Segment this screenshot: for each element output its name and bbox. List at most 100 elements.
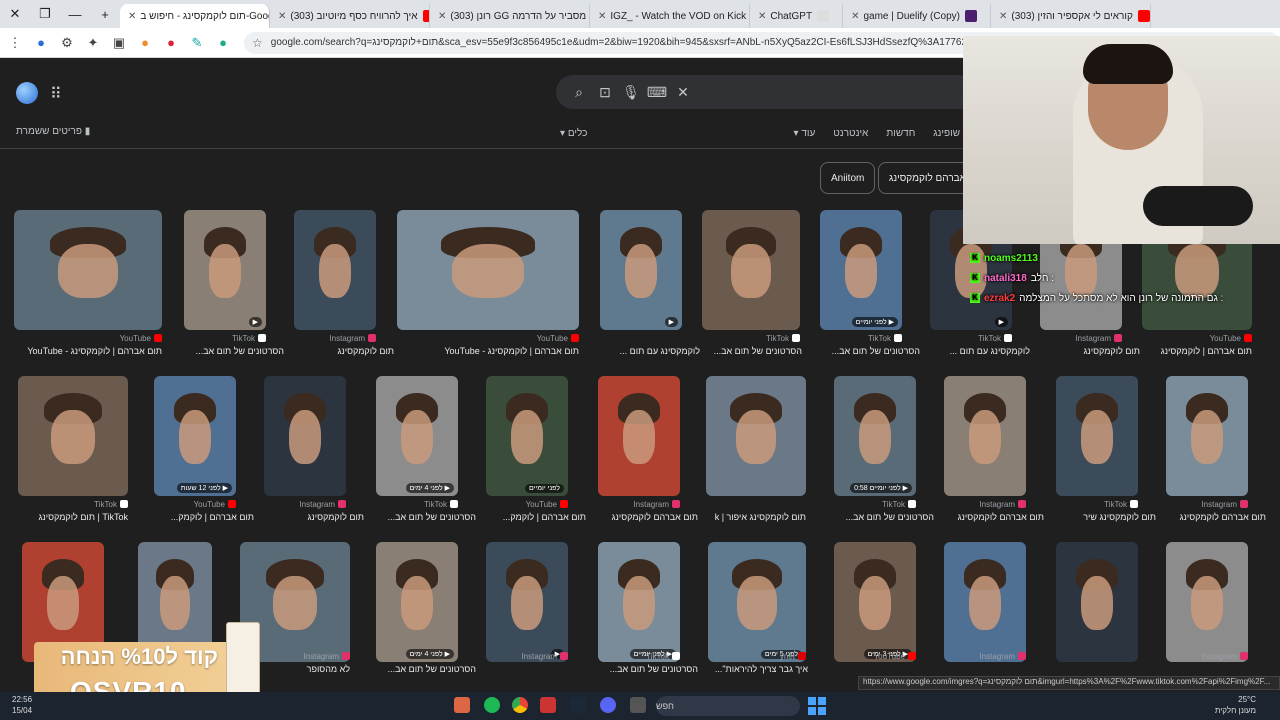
result-caption[interactable]: תום אברהם | לוקמקסינג [1142,346,1252,356]
result-source[interactable]: TikTok [930,334,1012,343]
extension-green-icon[interactable]: ● [212,32,234,54]
keyboard-icon[interactable]: ⌨ [644,84,670,101]
browser-tab[interactable]: ✕ (303) רונן GG מסביר על הדרמה [430,4,590,28]
browser-tab[interactable]: ✕ תום לוקמקסינג - חיפוש ב-Google [120,4,270,28]
result-source[interactable]: Instagram [944,500,1026,509]
image-result[interactable]: לפני 12 שעות ▶ [154,376,236,496]
close-tab-icon[interactable]: ✕ [128,11,136,22]
image-result[interactable]: ▶ [486,542,568,662]
image-result[interactable]: ▶ [184,210,266,330]
discord-icon[interactable] [600,697,616,713]
result-caption[interactable]: תום אברהם | לוקמקסינג - YouTube [14,346,162,356]
result-caption[interactable]: תום אברהם | לוקמק... [154,512,254,522]
chrome-icon[interactable] [512,697,528,713]
result-caption[interactable]: הסרטונים של תום אב... [376,512,476,522]
image-result[interactable] [1056,376,1138,496]
result-source[interactable]: TikTok [18,500,128,509]
lens-icon[interactable]: ⊡ [592,84,618,101]
file-explorer-icon[interactable] [630,697,646,713]
browser-tab[interactable]: ✕ game | Duelify (Copy) [843,4,991,28]
account-avatar[interactable] [16,82,38,104]
result-source[interactable]: TikTok [702,334,800,343]
image-result[interactable]: לפני 4 ימים ▶ [376,376,458,496]
extension-teal-icon[interactable]: ✎ [186,32,208,54]
close-tab-icon[interactable]: ✕ [999,11,1007,22]
image-result[interactable] [598,376,680,496]
result-caption[interactable]: תום אברהם | לוקמק... [486,512,586,522]
image-result[interactable] [944,376,1026,496]
filter-more[interactable]: עוד ▾ [794,128,816,139]
result-caption[interactable]: תום לוקמקסינג [1040,346,1140,356]
profile-icon[interactable]: ● [30,32,52,54]
result-source[interactable]: Instagram [264,500,346,509]
image-result[interactable] [1056,542,1138,662]
result-source[interactable]: YouTube [486,500,568,509]
result-caption[interactable]: הסרטונים של תום אב... [376,664,476,674]
minimize-window-icon[interactable]: — [60,0,90,28]
result-source[interactable]: TikTok [184,334,266,343]
weather-widget[interactable]: 25°C מעונן חלקית [1215,694,1256,716]
result-source[interactable]: Instagram [944,652,1026,661]
result-source[interactable]: Instagram [486,652,568,661]
image-result[interactable]: לפני 3 ימים ▶ [834,542,916,662]
saved-items-link[interactable]: פריטים ששמרת ▮ [16,126,90,137]
result-caption[interactable]: תום לוקמקסינג איפור | k [706,512,806,522]
image-result[interactable] [944,542,1026,662]
result-caption[interactable]: הסרטונים של תום אב... [702,346,802,356]
result-source[interactable]: YouTube [154,500,236,509]
close-tab-icon[interactable]: ✕ [438,11,446,22]
result-caption[interactable]: הסרטונים של תום אב... [184,346,284,356]
tools-button[interactable]: כלים ▾ [560,128,587,139]
result-source[interactable]: Instagram [294,334,376,343]
result-source[interactable]: ynet [708,652,806,661]
extension-icon[interactable]: ⚙ [56,32,78,54]
image-result[interactable] [397,210,579,330]
browser-tab[interactable]: ✕ (303) איך להרוויח כסף מיוטיוב [270,4,430,28]
apps-grid-icon[interactable]: ⠿ [50,84,62,104]
image-result[interactable]: לפני 4 ימים ▶ [376,542,458,662]
close-tab-icon[interactable]: ✕ [851,11,859,22]
restore-window-icon[interactable]: ❐ [30,0,60,28]
filter-web[interactable]: אינטרנט [833,128,868,139]
filter-shopping[interactable]: שופינג [933,128,960,139]
result-source[interactable]: TikTok [598,652,680,661]
result-source[interactable]: Instagram [1166,500,1248,509]
image-result[interactable] [702,210,800,330]
close-tab-icon[interactable]: ✕ [598,11,606,22]
search-box[interactable]: ⌕ ⊡ 🎙 ⌨ ✕ [556,75,976,109]
image-result[interactable] [706,376,806,496]
result-caption[interactable]: הסרטונים של תום אב... [834,512,934,522]
start-button[interactable] [808,697,826,715]
image-result[interactable]: לפני יומיים ▶ [598,542,680,662]
browser-tab[interactable]: ✕ (303) קוראים לי אקספיר והזין [991,4,1151,28]
new-tab-button[interactable]: + [90,0,120,28]
result-source[interactable]: YouTube [1142,334,1252,343]
image-result[interactable]: לפני יומיים ▶ [820,210,902,330]
result-source[interactable]: TikTok [820,334,902,343]
app-icon[interactable] [454,697,470,713]
result-source[interactable]: YouTube [14,334,162,343]
result-caption[interactable]: איך גבר צריך להיראות"... [708,664,808,674]
result-caption[interactable]: TikTok | תום לוקמקסינג [18,512,128,522]
close-tab-icon[interactable]: ✕ [278,11,286,22]
result-source[interactable]: TikTok [1056,500,1138,509]
taskbar-search[interactable]: חפש [656,696,800,716]
close-tab-icon[interactable]: ✕ [758,11,766,22]
result-caption[interactable]: לוקמקסינג עם תום ... [600,346,700,356]
result-source[interactable]: YouTube [834,652,916,661]
result-caption[interactable]: תום אברהם | לוקמקסינג - YouTube [397,346,579,356]
extensions-puzzle-icon[interactable]: ✦ [82,32,104,54]
filter-news[interactable]: חדשות [886,128,915,139]
result-source[interactable]: TikTok [376,500,458,509]
image-result[interactable] [14,210,162,330]
clear-icon[interactable]: ✕ [670,84,696,101]
result-caption[interactable]: הסרטונים של תום אב... [820,346,920,356]
result-caption[interactable]: תום לוקמקסינג שיר [1056,512,1156,522]
browser-tab[interactable]: ✕ ChatGPT [750,4,844,28]
image-result[interactable] [1166,376,1248,496]
microphone-icon[interactable]: 🎙 [618,84,644,101]
result-caption[interactable]: תום אברהם לוקמקסינג [944,512,1044,522]
menu-icon[interactable]: ⋮ [4,32,26,54]
result-source[interactable]: TikTok [834,500,916,509]
image-result[interactable]: לפני 5 ימים [708,542,806,662]
